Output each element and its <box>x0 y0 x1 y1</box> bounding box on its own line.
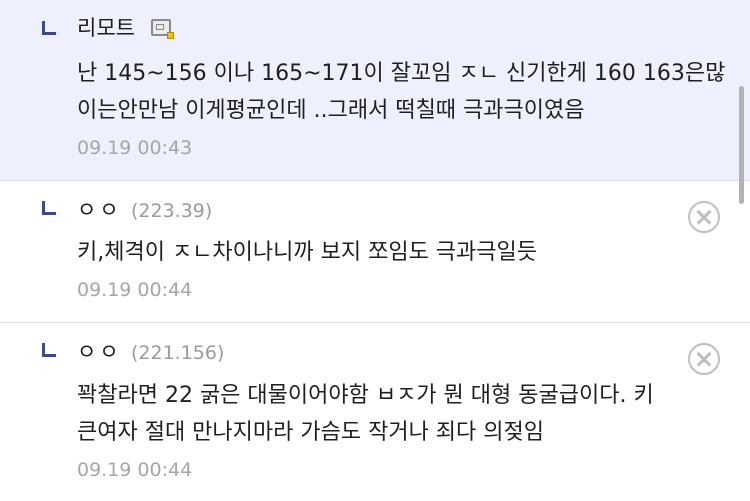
reply-arrow-icon <box>42 343 56 357</box>
member-badge-icon <box>151 19 174 39</box>
comment-timestamp: 09.19 00:44 <box>77 459 193 481</box>
comment-text-line: 큰여자 절대 만나지마라 가슴도 작거나 죄다 의젖임 <box>77 420 545 445</box>
scrollbar-thumb[interactable] <box>739 86 744 204</box>
comment-item: ㅇㅇ (223.39) 키,체격이 ㅈㄴ차이나니까 보지 쪼임도 극과극일듯 0… <box>0 181 750 323</box>
comment-ip: (223.39) <box>131 200 213 222</box>
comment-timestamp: 09.19 00:43 <box>77 137 193 159</box>
comment-item: ㅇㅇ (221.156) 꽉찰라면 22 굵은 대물이어야함 ㅂㅈ가 뭔 대형 … <box>0 323 750 501</box>
comment-text-line: 꽉찰라면 22 굵은 대물이어야함 ㅂㅈ가 뭔 대형 동굴급이다. 키 <box>77 383 654 408</box>
reply-arrow-icon <box>42 201 56 215</box>
comment-author[interactable]: 리모트 <box>77 16 135 40</box>
comment-author[interactable]: ㅇㅇ <box>77 198 122 222</box>
comment-author[interactable]: ㅇㅇ <box>77 340 122 364</box>
comment-text: 난 145~156 이나 165~171이 잘꼬임 ㅈㄴ 신기한게 160 16… <box>77 55 726 129</box>
comment-ip: (221.156) <box>131 342 225 364</box>
comment-text-line: 키,체격이 ㅈㄴ차이나니까 보지 쪼임도 극과극일듯 <box>77 240 538 265</box>
comment-timestamp: 09.19 00:44 <box>77 279 193 301</box>
delete-comment-button[interactable] <box>688 343 720 375</box>
comment-text: 꽉찰라면 22 굵은 대물이어야함 ㅂㅈ가 뭔 대형 동굴급이다. 키 큰여자 … <box>77 377 690 451</box>
comment-text-line: 난 145~156 이나 165~171이 잘꼬임 ㅈㄴ 신기한게 160 16… <box>77 61 726 86</box>
reply-arrow-icon <box>42 21 56 35</box>
comment-list: 리모트 난 145~156 이나 165~171이 잘꼬임 ㅈㄴ 신기한게 16… <box>0 0 750 501</box>
delete-comment-button[interactable] <box>688 201 720 233</box>
comment-item: 리모트 난 145~156 이나 165~171이 잘꼬임 ㅈㄴ 신기한게 16… <box>0 0 750 181</box>
comment-text: 키,체격이 ㅈㄴ차이나니까 보지 쪼임도 극과극일듯 <box>77 234 690 271</box>
comment-text-line: 이는안만남 이게평균인데 ..그래서 떡칠때 극과극이였음 <box>77 98 585 123</box>
